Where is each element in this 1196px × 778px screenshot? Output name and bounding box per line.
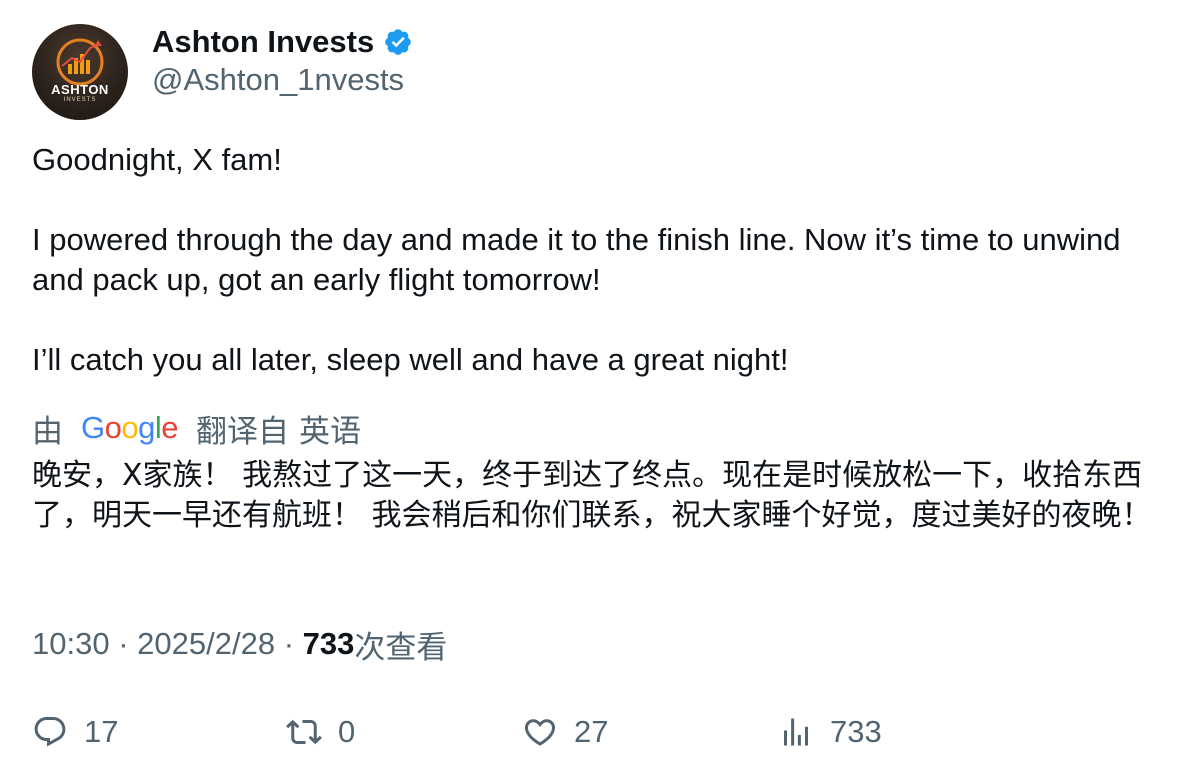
tweet-text: Goodnight, X fam! I powered through the … [32,140,1172,380]
google-logo: Google [81,410,179,445]
translation-from-label: 翻译自 [196,413,290,449]
translation-attribution[interactable]: 由 Google 翻译自 英语 [32,406,361,450]
retweet-icon [286,719,322,745]
tweet-paragraph: I’ll catch you all later, sleep well and… [32,342,789,377]
avatar-subtext: INVESTS [63,97,97,103]
author-name-row: Ashton Invests [152,22,413,62]
avatar-wordmark: ASHTON [51,82,109,97]
avatar[interactable]: ASHTON INVESTS [32,24,128,120]
heart-icon [524,719,556,746]
retweet-count: 0 [338,714,356,749]
tweet-date[interactable]: 2025/2/28 [137,626,275,662]
views-label: 次查看 [354,629,448,665]
meta-separator: · [118,626,129,661]
author-handle[interactable]: @Ashton_1nvests [152,62,404,98]
display-name[interactable]: Ashton Invests [152,24,374,60]
like-button[interactable]: 27 [522,708,608,756]
retweet-button[interactable]: 0 [286,708,355,756]
views-count: 733 [302,626,355,661]
tweet-time[interactable]: 10:30 [32,626,110,662]
meta-separator: · [283,626,295,661]
analytics-icon [784,718,808,746]
reply-button[interactable]: 17 [32,708,118,756]
views-button[interactable]: 733 [778,708,882,756]
translated-text: 晚安，X家族！ 我熬过了这一天，终于到达了终点。现在是时候放松一下，收拾东西了，… [32,458,1152,533]
translation-source-language: 英语 [299,413,362,449]
translation-prefix: 由 [32,413,63,449]
reply-icon [34,717,66,747]
reply-count: 17 [84,714,119,749]
verified-badge-icon[interactable] [383,27,413,57]
views-action-count: 733 [830,714,882,749]
action-bar: 17 0 27 733 [32,708,1172,756]
like-count: 27 [574,714,609,749]
tweet-paragraph: Goodnight, X fam! [32,142,282,177]
tweet-meta: 10:30 · 2025/2/28 · 733 次查看 [32,624,448,665]
tweet-paragraph: I powered through the day and made it to… [32,222,1121,297]
avatar-chart-icon [56,38,104,86]
